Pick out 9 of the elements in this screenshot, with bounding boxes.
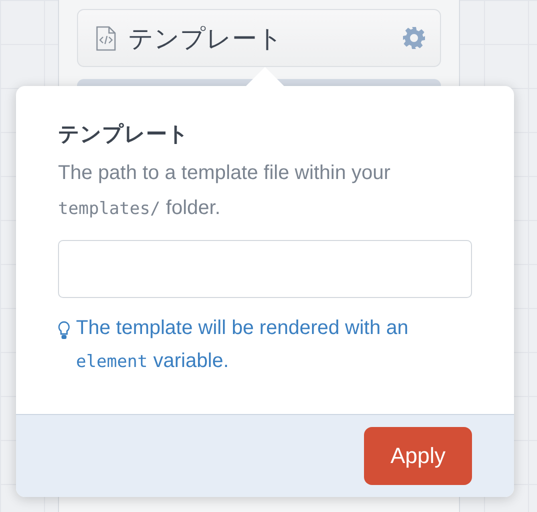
description-text: The path to a template file within your templates/ folder. (58, 161, 392, 221)
settings-icon[interactable] (402, 26, 426, 50)
apply-button[interactable]: Apply (364, 427, 472, 485)
lightbulb-icon (58, 321, 70, 340)
input-field[interactable] (58, 240, 472, 298)
field-button[interactable]: テンプレート (77, 9, 441, 67)
popover-title: テンプレート (58, 121, 190, 148)
hint-text: The template will be rendered with an element variable. (76, 316, 410, 374)
code-file-icon (96, 26, 116, 50)
